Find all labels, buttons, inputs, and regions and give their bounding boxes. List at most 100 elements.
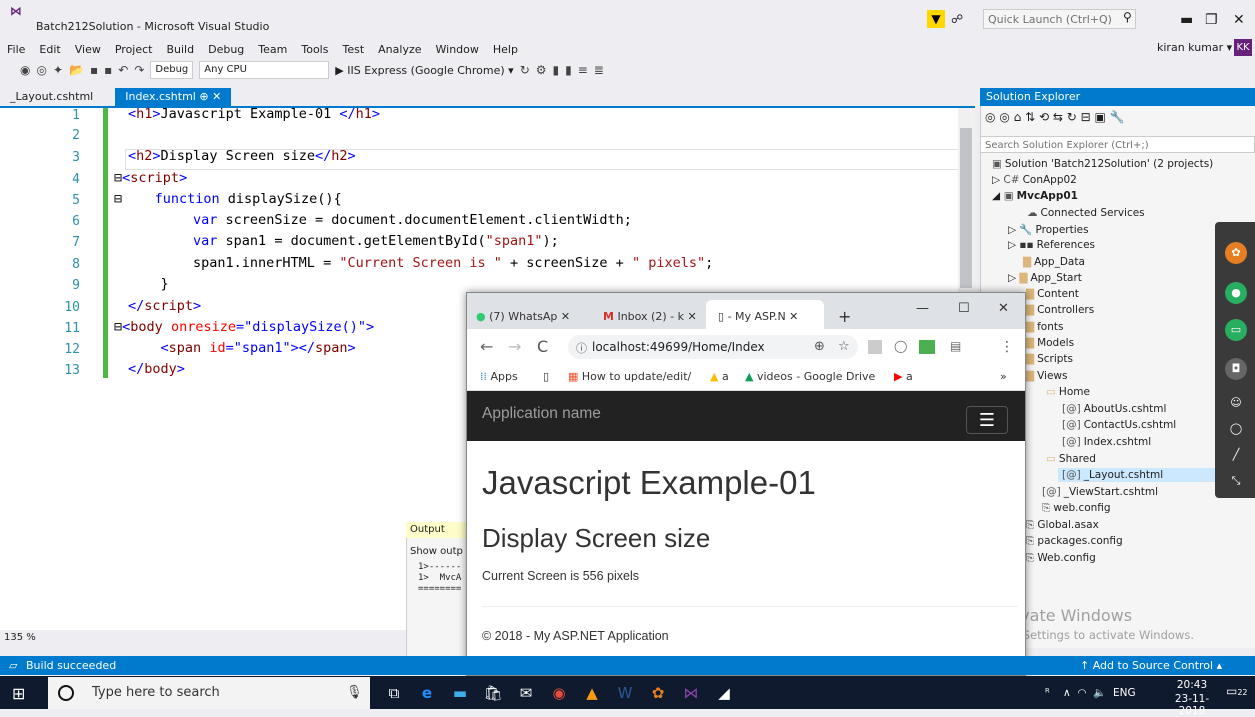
open-icon[interactable]: 📂 bbox=[69, 63, 84, 77]
task-view-icon[interactable]: ⧉ bbox=[380, 680, 408, 706]
switch-views-icon[interactable]: ⇅ bbox=[1025, 110, 1035, 124]
tree-item-conapp[interactable]: ▷ C# ConApp02 bbox=[992, 174, 1077, 186]
menu-team[interactable]: Team bbox=[251, 43, 294, 56]
comment-icon[interactable]: ≡ bbox=[578, 63, 588, 77]
forward-icon[interactable]: ◎ bbox=[999, 110, 1009, 124]
vlc-icon[interactable]: ▲ bbox=[578, 680, 606, 706]
menu-help[interactable]: Help bbox=[486, 43, 525, 56]
tree-item-solution[interactable]: ▣ Solution 'Batch212Solution' (2 projects… bbox=[992, 158, 1213, 170]
menu-debug[interactable]: Debug bbox=[201, 43, 251, 56]
menu-view[interactable]: View bbox=[68, 43, 108, 56]
menu-project[interactable]: Project bbox=[108, 43, 160, 56]
tree-item-views[interactable]: ▇ Views bbox=[1026, 370, 1067, 382]
run-button[interactable]: ▶ IIS Express (Google Chrome) ▾ bbox=[335, 64, 513, 77]
tree-item-index[interactable]: [@] Index.cshtml bbox=[1062, 436, 1151, 448]
visual-studio-icon[interactable]: ⋈ bbox=[677, 680, 705, 706]
store-icon[interactable]: 🛍 bbox=[479, 680, 507, 706]
notification-icon[interactable]: ▭22 bbox=[1226, 684, 1248, 698]
file-explorer-icon[interactable]: ▬ bbox=[446, 680, 474, 706]
tab-layout[interactable]: _Layout.cshtml bbox=[0, 88, 103, 106]
menu-dots-icon[interactable]: ⋮ bbox=[1000, 339, 1014, 355]
resize-icon[interactable]: ⤡ bbox=[1225, 470, 1247, 492]
clock-date[interactable]: 23-11-2018 bbox=[1162, 693, 1222, 717]
back-icon[interactable]: ◉ bbox=[20, 63, 30, 77]
refresh-icon[interactable]: ↻ bbox=[1067, 110, 1077, 124]
microphone-icon[interactable]: 🎙 bbox=[346, 685, 363, 700]
windows-start-icon[interactable]: ⊞ bbox=[12, 684, 25, 703]
tree-item-aboutus[interactable]: [@] AboutUs.cshtml bbox=[1062, 403, 1166, 415]
quick-launch-input[interactable]: Quick Launch (Ctrl+Q) bbox=[983, 9, 1136, 29]
hamburger-menu-icon[interactable]: ☰ bbox=[966, 406, 1008, 434]
history-icon[interactable]: ⟲ bbox=[1039, 110, 1049, 124]
browser-tab-whatsapp[interactable]: ● (7) WhatsAp ✕ bbox=[476, 304, 570, 329]
wifi-icon[interactable]: ◠ bbox=[1077, 687, 1086, 699]
word-icon[interactable]: W bbox=[611, 680, 639, 706]
tree-item-mvcapp[interactable]: ◢ ▣ MvcApp01 bbox=[992, 190, 1078, 202]
site-brand[interactable]: Application name bbox=[482, 405, 601, 423]
tree-item-viewstart[interactable]: [@] _ViewStart.cshtml bbox=[1042, 486, 1158, 498]
tree-item-models[interactable]: ▇ Models bbox=[1026, 337, 1074, 349]
tree-item-contactus[interactable]: [@] ContactUs.cshtml bbox=[1062, 419, 1176, 431]
extension-circle-icon[interactable]: ◯ bbox=[894, 339, 907, 353]
save-all-icon[interactable]: ▪ bbox=[104, 63, 112, 77]
menu-build[interactable]: Build bbox=[159, 43, 201, 56]
user-name[interactable]: kiran kumar ▾ bbox=[1157, 41, 1232, 54]
tree-item-app-start[interactable]: ▷ ▇ App_Start bbox=[1008, 272, 1082, 284]
properties-icon[interactable]: ▣ bbox=[1095, 110, 1106, 124]
configuration-select[interactable]: Debug bbox=[150, 61, 194, 79]
screen-share-icon[interactable]: ▭ bbox=[1225, 319, 1247, 341]
zoom-icon[interactable]: ⊕ bbox=[814, 339, 825, 354]
feedback-icon[interactable]: ☍ bbox=[951, 12, 963, 26]
collapse-icon[interactable]: ⊟ bbox=[1081, 110, 1091, 124]
extension-icon[interactable]: ▤ bbox=[950, 339, 961, 353]
edge-icon[interactable]: e bbox=[413, 680, 441, 706]
back-icon[interactable]: ← bbox=[480, 337, 493, 356]
tree-item-web-config[interactable]: ⎘ Web.config bbox=[1026, 552, 1096, 565]
microphone-icon[interactable]: ● bbox=[1225, 282, 1247, 304]
save-icon[interactable]: ▪ bbox=[90, 63, 98, 77]
tree-item-home[interactable]: ▭ Home bbox=[1046, 386, 1090, 398]
refresh-icon[interactable]: ↻ bbox=[520, 63, 530, 77]
bookmark-how-to[interactable]: ▦ How to update/edit/ bbox=[568, 370, 691, 383]
tree-item-fonts[interactable]: ▇ fonts bbox=[1026, 321, 1063, 333]
browser-link-icon[interactable]: ⚙ bbox=[536, 63, 547, 77]
shape-icon[interactable]: ◯ bbox=[1225, 418, 1247, 440]
new-tab-button[interactable]: + bbox=[838, 304, 851, 329]
back-icon[interactable]: ◎ bbox=[985, 110, 995, 124]
app-icon[interactable]: ◢ bbox=[710, 680, 738, 706]
redo-icon[interactable]: ↷ bbox=[134, 63, 144, 77]
menu-analyze[interactable]: Analyze bbox=[371, 43, 428, 56]
tab-pin-close[interactable]: ⊕ ✕ bbox=[199, 90, 221, 103]
bookmark-icon[interactable]: ▮ bbox=[553, 63, 560, 77]
close-button[interactable]: ✕ bbox=[1233, 12, 1245, 28]
avatar[interactable]: KK bbox=[1234, 39, 1252, 56]
uncomment-icon[interactable]: ≣ bbox=[594, 63, 604, 77]
tree-item-app-data[interactable]: ▇ App_Data bbox=[1023, 256, 1085, 268]
mail-icon[interactable]: ✉ bbox=[512, 680, 540, 706]
tree-item-web-config-views[interactable]: ⎘ web.config bbox=[1042, 502, 1111, 515]
tree-item-scripts[interactable]: ▇ Scripts bbox=[1026, 353, 1073, 365]
app-icon[interactable]: ✿ bbox=[644, 680, 672, 706]
output-title[interactable]: Output bbox=[406, 522, 468, 538]
browser-minimize-button[interactable]: — bbox=[916, 296, 929, 321]
minimize-button[interactable]: ▬ bbox=[1180, 12, 1193, 28]
menu-test[interactable]: Test bbox=[335, 43, 371, 56]
tree-item-properties[interactable]: ▷ 🔧 Properties bbox=[1008, 223, 1089, 236]
solution-explorer-search[interactable]: Search Solution Explorer (Ctrl+;) bbox=[980, 136, 1255, 153]
tree-item-layout[interactable]: [@] _Layout.cshtml bbox=[1058, 468, 1220, 482]
chevron-up-icon[interactable]: ∧ bbox=[1063, 687, 1071, 699]
reload-icon[interactable]: C bbox=[537, 337, 548, 356]
clock-time[interactable]: 20:43 bbox=[1162, 679, 1222, 691]
tree-item-controllers[interactable]: ▇ Controllers bbox=[1026, 304, 1094, 316]
browser-tab-asp[interactable]: ▯ - My ASP.N ✕ bbox=[718, 304, 798, 329]
volume-icon[interactable]: 🔈 bbox=[1093, 687, 1106, 699]
zoom-level[interactable]: 135 % bbox=[4, 632, 36, 643]
notification-filter-icon[interactable]: ▼ bbox=[927, 10, 945, 28]
editor-scroll-thumb[interactable] bbox=[960, 128, 972, 288]
forward-icon[interactable]: → bbox=[508, 337, 521, 356]
taskbar-search-input[interactable]: Type here to search bbox=[48, 677, 370, 709]
tree-item-references[interactable]: ▷ ▪▪ References bbox=[1008, 239, 1095, 251]
tree-item-packages-config[interactable]: ⎘ packages.config bbox=[1026, 535, 1123, 548]
people-icon[interactable]: ᴿ bbox=[1045, 687, 1050, 699]
home-icon[interactable]: ⌂ bbox=[1014, 110, 1022, 124]
